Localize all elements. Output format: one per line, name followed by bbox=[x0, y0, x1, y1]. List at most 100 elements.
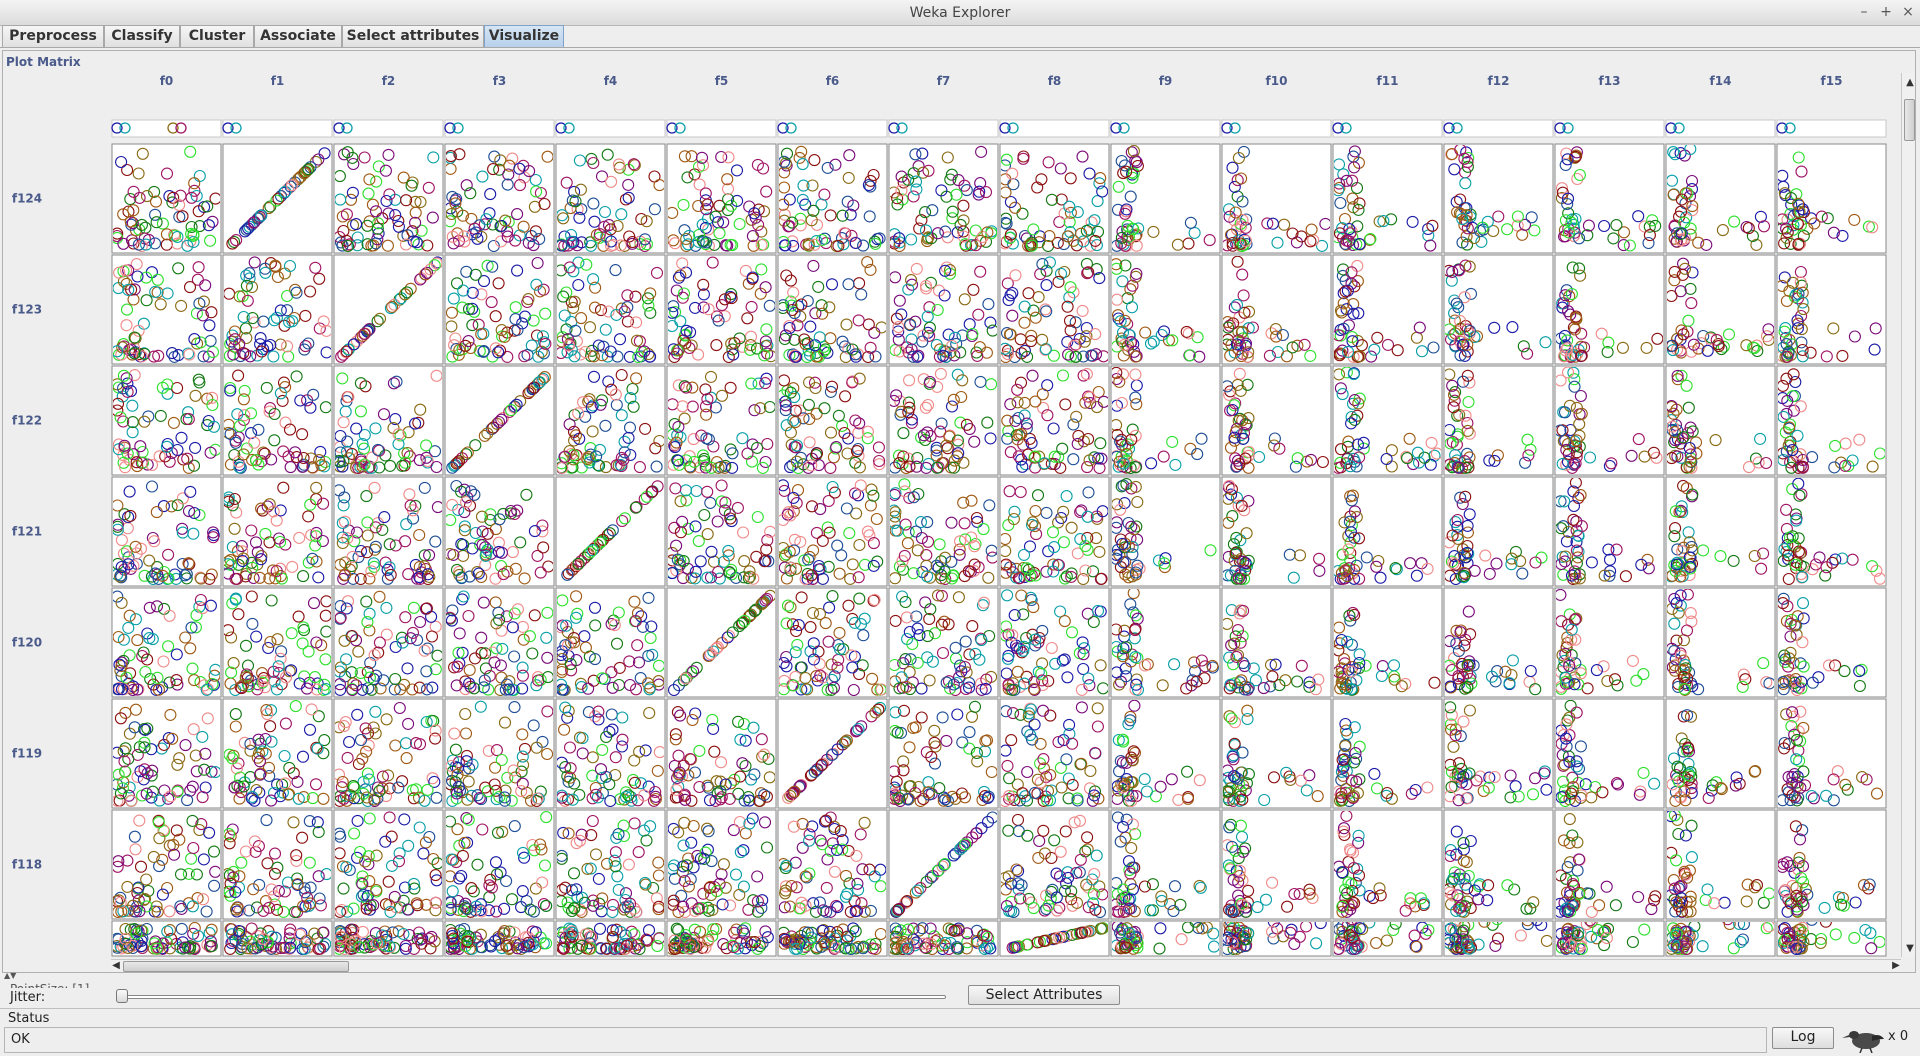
scatter-cell[interactable] bbox=[222, 143, 333, 254]
scatter-cell[interactable] bbox=[1776, 587, 1887, 698]
scatter-cell[interactable] bbox=[1665, 365, 1776, 476]
column-key-cell bbox=[1221, 119, 1332, 138]
tab-visualize[interactable]: Visualize bbox=[484, 25, 564, 47]
scatter-cell[interactable] bbox=[1665, 254, 1776, 365]
scatter-cell[interactable] bbox=[1110, 587, 1221, 698]
scatter-cell[interactable] bbox=[666, 254, 777, 365]
scatter-cell[interactable] bbox=[555, 254, 666, 365]
scatter-cell[interactable] bbox=[444, 698, 555, 809]
scatter-cell[interactable] bbox=[1554, 587, 1665, 698]
tab-preprocess[interactable]: Preprocess bbox=[2, 25, 104, 47]
scatter-cell[interactable] bbox=[444, 254, 555, 365]
scatter-cell[interactable] bbox=[111, 476, 222, 587]
scatter-cell[interactable] bbox=[1554, 254, 1665, 365]
scatter-cell[interactable] bbox=[1221, 143, 1332, 254]
scatter-cell[interactable] bbox=[1665, 143, 1776, 254]
scatter-cell[interactable] bbox=[777, 254, 888, 365]
scatter-cell[interactable] bbox=[1443, 587, 1554, 698]
scatter-cell[interactable] bbox=[555, 143, 666, 254]
scatter-cell[interactable] bbox=[999, 254, 1110, 365]
tab-classify[interactable]: Classify bbox=[104, 25, 180, 47]
scatter-cell[interactable] bbox=[1776, 365, 1887, 476]
scatter-cell[interactable] bbox=[333, 254, 444, 365]
scatter-cell[interactable] bbox=[1665, 587, 1776, 698]
scatter-cell[interactable] bbox=[666, 476, 777, 587]
scatter-cell[interactable] bbox=[1332, 365, 1443, 476]
scatter-cell[interactable] bbox=[999, 143, 1110, 254]
scatter-cell[interactable] bbox=[555, 365, 666, 476]
scatter-cell[interactable] bbox=[1665, 476, 1776, 587]
scatter-cell[interactable] bbox=[1110, 365, 1221, 476]
scatter-cell[interactable] bbox=[222, 587, 333, 698]
scatter-cell[interactable] bbox=[444, 587, 555, 698]
scatter-cell[interactable] bbox=[333, 365, 444, 476]
scatter-cell[interactable] bbox=[666, 143, 777, 254]
scatter-cell[interactable] bbox=[888, 365, 999, 476]
scatter-cell[interactable] bbox=[444, 476, 555, 587]
scatter-cell[interactable] bbox=[1221, 476, 1332, 587]
scatter-cell[interactable] bbox=[888, 254, 999, 365]
maximize-icon[interactable]: + bbox=[1877, 3, 1895, 21]
scatter-cell[interactable] bbox=[999, 476, 1110, 587]
column-key-cell bbox=[333, 119, 444, 138]
scatter-cell[interactable] bbox=[222, 365, 333, 476]
scatter-cell[interactable] bbox=[777, 587, 888, 698]
scatter-cell[interactable] bbox=[1110, 476, 1221, 587]
scatter-cell[interactable] bbox=[999, 365, 1110, 476]
scatter-cell[interactable] bbox=[999, 587, 1110, 698]
scatter-cell[interactable] bbox=[444, 365, 555, 476]
scatter-cell[interactable] bbox=[888, 587, 999, 698]
tab-select-attributes[interactable]: Select attributes bbox=[342, 25, 484, 47]
scatter-cell[interactable] bbox=[111, 254, 222, 365]
scatter-cell[interactable] bbox=[777, 365, 888, 476]
scatter-cell[interactable] bbox=[1776, 254, 1887, 365]
scatter-cell[interactable] bbox=[1110, 254, 1221, 365]
scatter-cell[interactable] bbox=[888, 143, 999, 254]
scatter-cell[interactable] bbox=[888, 476, 999, 587]
scatter-cell[interactable] bbox=[555, 476, 666, 587]
column-header: f4 bbox=[604, 74, 618, 88]
scatter-cell[interactable] bbox=[1443, 365, 1554, 476]
scatter-cell[interactable] bbox=[1443, 476, 1554, 587]
scatter-cell[interactable] bbox=[1221, 587, 1332, 698]
scatter-cell[interactable] bbox=[111, 698, 222, 809]
scatter-cell[interactable] bbox=[333, 698, 444, 809]
window-titlebar: Weka Explorer – + × bbox=[0, 0, 1920, 26]
scatter-cell[interactable] bbox=[1554, 143, 1665, 254]
close-icon[interactable]: × bbox=[1899, 3, 1917, 21]
tab-associate[interactable]: Associate bbox=[254, 25, 342, 47]
scatter-cell[interactable] bbox=[1332, 254, 1443, 365]
scatter-cell[interactable] bbox=[333, 476, 444, 587]
scatter-cell[interactable] bbox=[777, 476, 888, 587]
scatter-cell[interactable] bbox=[1221, 365, 1332, 476]
tab-cluster[interactable]: Cluster bbox=[180, 25, 254, 47]
scatter-cell[interactable] bbox=[333, 143, 444, 254]
minimize-icon[interactable]: – bbox=[1855, 3, 1873, 21]
scatter-cell[interactable] bbox=[1332, 143, 1443, 254]
scatter-cell[interactable] bbox=[333, 587, 444, 698]
scatter-cell[interactable] bbox=[1776, 143, 1887, 254]
scatter-cell[interactable] bbox=[1332, 476, 1443, 587]
scatter-cell[interactable] bbox=[111, 365, 222, 476]
scatter-cell[interactable] bbox=[1443, 143, 1554, 254]
scatter-cell[interactable] bbox=[444, 143, 555, 254]
scatter-cell[interactable] bbox=[1776, 476, 1887, 587]
scatter-cell[interactable] bbox=[1554, 476, 1665, 587]
scatter-cell[interactable] bbox=[1554, 365, 1665, 476]
scatter-cell[interactable] bbox=[111, 143, 222, 254]
scatter-cell[interactable] bbox=[1221, 254, 1332, 365]
scatter-cell[interactable] bbox=[1110, 143, 1221, 254]
scatter-cell[interactable] bbox=[666, 587, 777, 698]
scatter-cell[interactable] bbox=[222, 476, 333, 587]
scatter-cell[interactable] bbox=[666, 365, 777, 476]
scatter-cell[interactable] bbox=[222, 698, 333, 809]
scatter-cell[interactable] bbox=[1332, 587, 1443, 698]
column-header: f3 bbox=[493, 74, 507, 88]
scatter-cell[interactable] bbox=[111, 587, 222, 698]
scatter-cell[interactable] bbox=[777, 143, 888, 254]
plot-matrix[interactable]: f0 f1 f2 f3 f4 f5 f6 f7 f8 f9 f10 f11 f12 f13 f14 f15f1… bbox=[3, 51, 1901, 957]
column-header: f2 bbox=[382, 74, 396, 88]
scatter-cell[interactable] bbox=[222, 254, 333, 365]
scatter-cell[interactable] bbox=[555, 587, 666, 698]
scatter-cell[interactable] bbox=[1443, 254, 1554, 365]
